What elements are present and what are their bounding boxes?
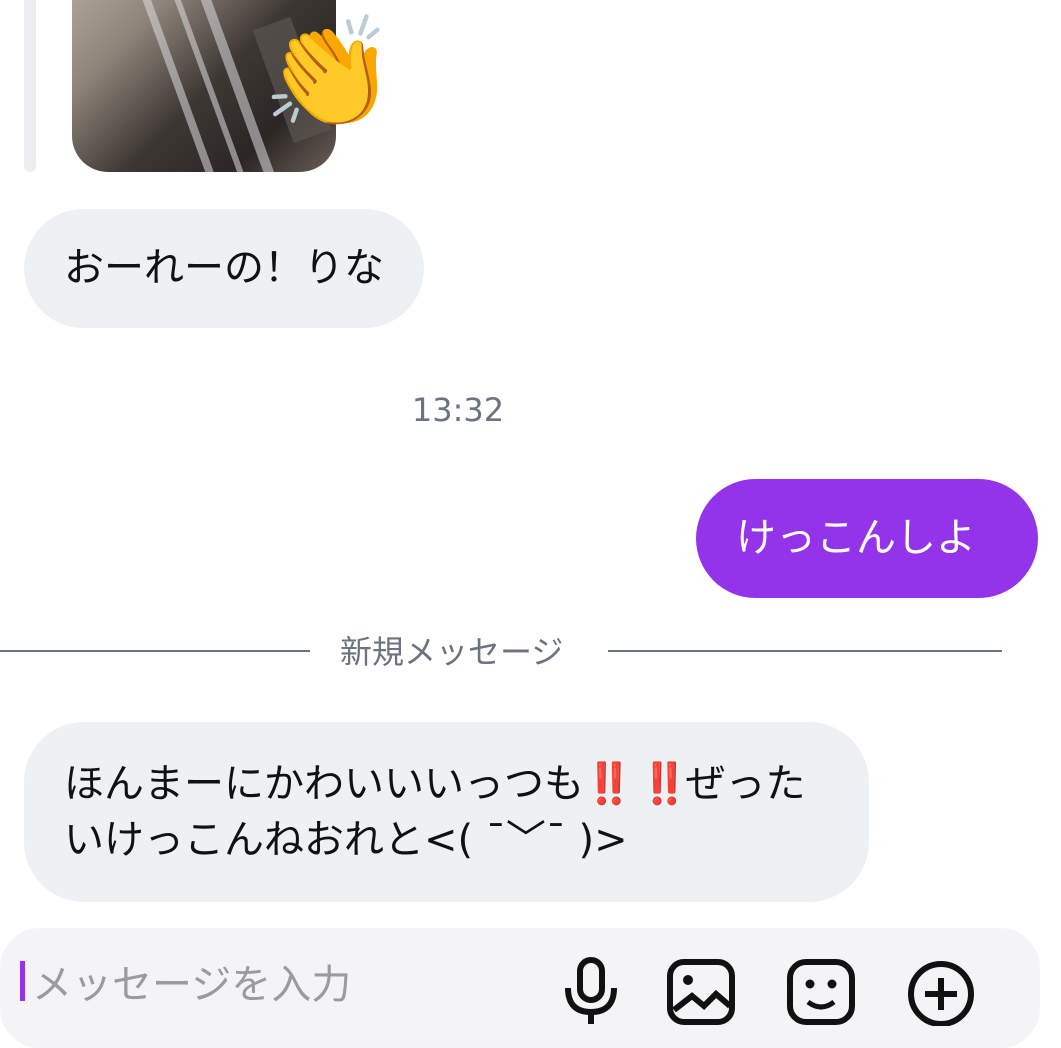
- message-text: けっこんしよ: [736, 515, 976, 561]
- microphone-icon[interactable]: [556, 956, 626, 1026]
- message-text-start: ほんまーにかわいいいっつも: [64, 761, 584, 807]
- new-messages-label: 新規メッセージ: [340, 633, 564, 671]
- image-icon[interactable]: [666, 956, 736, 1026]
- message-timestamp: 13:32: [411, 391, 505, 429]
- clap-emoji-reaction: 👏: [262, 11, 397, 136]
- add-icon[interactable]: [906, 956, 976, 1027]
- message-bubble-incoming[interactable]: おーれーの！りな: [24, 209, 424, 328]
- double-exclamation-emoji: ‼️ ‼️: [584, 761, 690, 807]
- text-cursor: [20, 961, 25, 1001]
- message-bubble-incoming[interactable]: ほんまーにかわいいいっつも‼️ ‼️ぜったいけっこんねおれと<( ˉ﹀ˉ )>: [24, 722, 869, 902]
- reply-quote-bar: [24, 0, 36, 172]
- new-messages-divider-left: [0, 650, 310, 652]
- message-input[interactable]: [32, 960, 532, 1010]
- sticker-icon[interactable]: [786, 956, 856, 1026]
- message-bubble-outgoing[interactable]: けっこんしよ: [696, 479, 1038, 598]
- message-text: おーれーの！りな: [64, 245, 384, 291]
- new-messages-divider-right: [608, 650, 1002, 652]
